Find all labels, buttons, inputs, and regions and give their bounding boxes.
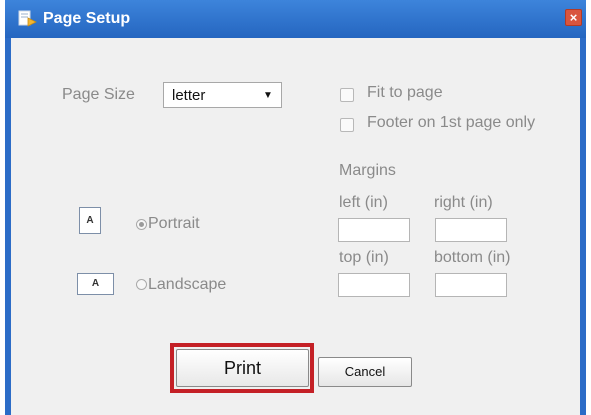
page-size-select[interactable]: letter ▼	[163, 82, 282, 108]
close-button[interactable]: ×	[565, 9, 582, 26]
footer-first-page-label: Footer on 1st page only	[367, 114, 536, 131]
right-margin-input[interactable]	[435, 218, 507, 242]
top-margin-label: top (in)	[339, 249, 389, 266]
page-setup-icon	[17, 9, 37, 29]
right-margin-label: right (in)	[434, 194, 493, 211]
top-margin-input[interactable]	[338, 273, 410, 297]
close-icon: ×	[569, 10, 578, 25]
portrait-icon-letter: A	[86, 215, 94, 226]
bottom-margin-label: bottom (in)	[434, 249, 511, 266]
title-bar: Page Setup	[5, 0, 586, 38]
footer-first-page-checkbox[interactable]	[340, 118, 354, 132]
page-size-label: Page Size	[62, 86, 135, 103]
portrait-page-icon: A	[79, 207, 101, 234]
left-margin-label: left (in)	[339, 194, 388, 211]
landscape-icon-letter: A	[91, 278, 100, 289]
page-size-value: letter	[172, 87, 206, 104]
chevron-down-icon: ▼	[263, 90, 273, 101]
landscape-page-icon: A	[77, 273, 114, 295]
print-button[interactable]: Print	[176, 349, 309, 387]
fit-to-page-label: Fit to page	[367, 84, 443, 101]
left-margin-input[interactable]	[338, 218, 410, 242]
cancel-button[interactable]: Cancel	[318, 357, 412, 387]
portrait-radio[interactable]	[136, 219, 147, 230]
bottom-margin-input[interactable]	[435, 273, 507, 297]
fit-to-page-checkbox[interactable]	[340, 88, 354, 102]
landscape-radio[interactable]	[136, 279, 147, 290]
dialog-title: Page Setup	[43, 10, 131, 27]
landscape-label: Landscape	[148, 276, 227, 293]
margins-heading: Margins	[339, 162, 396, 179]
portrait-label: Portrait	[148, 215, 200, 232]
